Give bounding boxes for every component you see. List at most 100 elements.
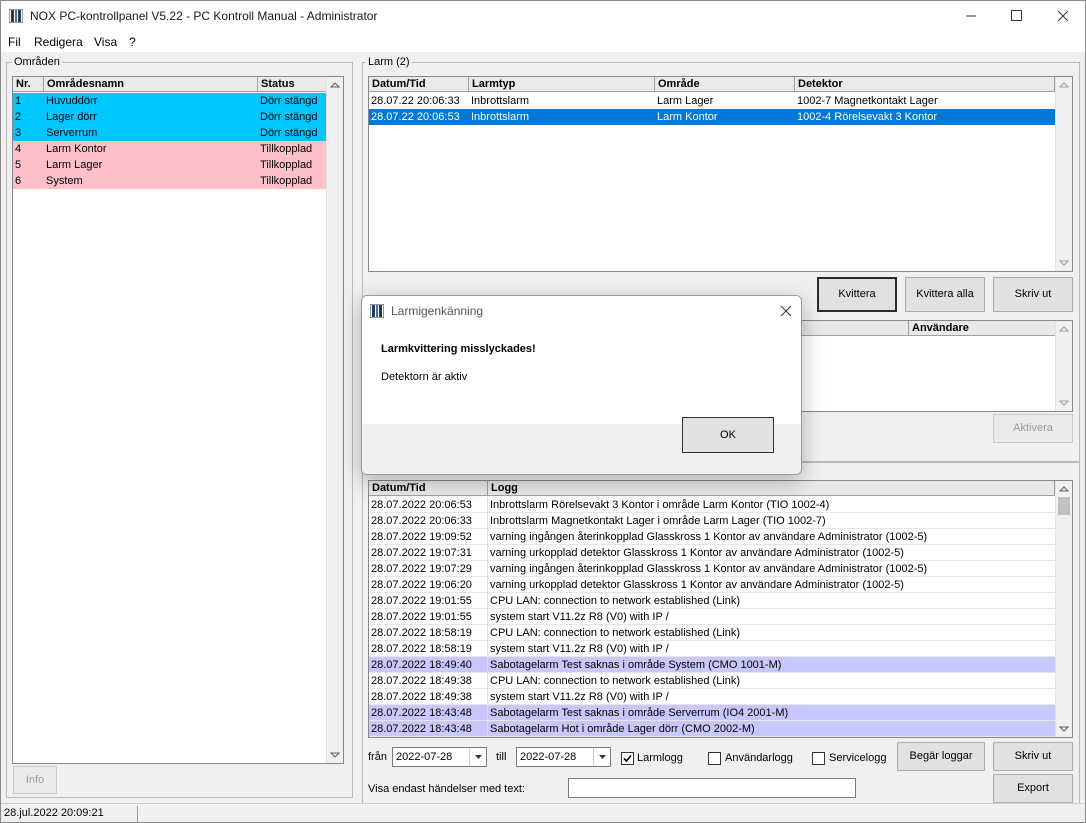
close-icon[interactable] xyxy=(779,304,793,318)
log-row[interactable]: 28.07.2022 18:49:38 CPU LAN: connection t… xyxy=(369,673,1055,689)
user-log-checkbox[interactable] xyxy=(708,752,721,765)
app-icon xyxy=(370,304,384,318)
col-alarm-detector[interactable]: Detektor xyxy=(795,77,1055,92)
col-nr[interactable]: Nr. xyxy=(13,77,44,92)
log-time: 28.07.2022 19:06:20 xyxy=(369,577,488,593)
alarm-list[interactable]: Datum/Tid Larmtyp Område Detektor 28.07.… xyxy=(368,76,1073,272)
alarm-group-label: Larm (2) xyxy=(366,56,412,68)
log-row[interactable]: 28.07.2022 18:43:48 Sabotagelarm Test sak… xyxy=(369,705,1055,721)
alarm-row[interactable]: 28.07.22 20:06:53 Inbrottslarm Larm Kontor… xyxy=(369,109,1055,125)
log-list[interactable]: Datum/Tid Logg 28.07.2022 20:06:53 Inbrot… xyxy=(368,480,1073,738)
from-date-select[interactable]: 2022-07-28 xyxy=(392,747,487,767)
area-row[interactable]: 3 Serverrum Dörr stängd xyxy=(13,125,327,141)
scroll-down-icon[interactable] xyxy=(1059,259,1069,267)
log-text: system start V11.2z R8 (V0) with IP / xyxy=(490,691,669,703)
acknowledge-button[interactable]: Kvittera xyxy=(817,277,897,312)
alarm-log-checkbox[interactable] xyxy=(621,752,634,765)
area-row[interactable]: 2 Lager dörr Dörr stängd xyxy=(13,109,327,125)
log-row[interactable]: 28.07.2022 18:58:19 CPU LAN: connection t… xyxy=(369,625,1055,641)
col-area-name[interactable]: Områdesnamn xyxy=(44,77,258,92)
area-row[interactable]: 1 Huvuddörr Dörr stängd xyxy=(13,93,327,109)
col-log-text[interactable]: Logg xyxy=(488,481,1055,496)
alarm-log-label[interactable]: Larmlogg xyxy=(637,752,683,764)
log-time: 28.07.2022 20:06:53 xyxy=(369,497,488,513)
log-text: Sabotagelarm Hot i område Lager dörr (CM… xyxy=(490,723,755,735)
user-list-scrollbar[interactable] xyxy=(1055,321,1072,411)
col-alarm-type[interactable]: Larmtyp xyxy=(469,77,655,92)
log-scrollbar[interactable] xyxy=(1055,481,1072,737)
print-alarms-button[interactable]: Skriv ut xyxy=(993,277,1073,312)
to-date-select[interactable]: 2022-07-28 xyxy=(516,747,611,767)
service-log-label[interactable]: Servicelogg xyxy=(829,752,886,764)
log-row[interactable]: 28.07.2022 18:43:48 Sabotagelarm Hot i om… xyxy=(369,721,1055,737)
log-time: 28.07.2022 19:01:55 xyxy=(369,593,488,609)
text-filter-input[interactable] xyxy=(568,778,856,798)
scroll-up-icon[interactable] xyxy=(1059,485,1069,493)
area-row[interactable]: 4 Larm Kontor Tillkopplad xyxy=(13,141,327,157)
area-nr: 3 xyxy=(15,127,22,139)
areas-list[interactable]: Nr. Områdesnamn Status 1 Huvuddörr Dörr st… xyxy=(12,76,344,764)
area-status: Tillkopplad xyxy=(260,143,313,155)
menu-file[interactable]: Fil xyxy=(8,35,21,49)
col-alarm-time[interactable]: Datum/Tid xyxy=(369,77,469,92)
col-status[interactable]: Status xyxy=(258,77,327,92)
menu-help[interactable]: ? xyxy=(129,35,136,49)
alarm-type: Inbrottslarm xyxy=(471,111,530,123)
log-row[interactable]: 28.07.2022 19:01:55 CPU LAN: connection t… xyxy=(369,593,1055,609)
info-button[interactable]: Info xyxy=(13,766,57,794)
log-row[interactable]: 28.07.2022 18:49:38 system start V11.2z R… xyxy=(369,689,1055,705)
log-row[interactable]: 28.07.2022 18:58:19 system start V11.2z R… xyxy=(369,641,1055,657)
close-button[interactable] xyxy=(1040,0,1086,32)
area-row[interactable]: 5 Larm Lager Tillkopplad xyxy=(13,157,327,173)
scroll-down-icon[interactable] xyxy=(330,751,340,759)
to-date-value: 2022-07-28 xyxy=(520,751,577,763)
log-time: 28.07.2022 18:43:48 xyxy=(369,705,488,721)
log-row[interactable]: 28.07.2022 19:01:55 system start V11.2z R… xyxy=(369,609,1055,625)
log-time: 28.07.2022 18:58:19 xyxy=(369,625,488,641)
maximize-button[interactable] xyxy=(994,0,1040,32)
log-text: varning urkopplad detektor Glasskross 1 … xyxy=(490,579,904,591)
scroll-down-icon[interactable] xyxy=(1059,399,1069,407)
log-row[interactable]: 28.07.2022 18:49:40 Sabotagelarm Test sak… xyxy=(369,657,1055,673)
log-time: 28.07.2022 19:07:31 xyxy=(369,545,488,561)
activate-button[interactable]: Aktivera xyxy=(993,414,1073,443)
log-time: 28.07.2022 18:49:40 xyxy=(369,657,488,673)
log-text: varning ingången återinkopplad Glasskros… xyxy=(490,531,928,543)
request-logs-button[interactable]: Begär loggar xyxy=(897,742,985,771)
export-button[interactable]: Export xyxy=(993,774,1073,803)
log-row[interactable]: 28.07.2022 19:09:52 varning ingången åter… xyxy=(369,529,1055,545)
menu-edit[interactable]: Redigera xyxy=(34,35,83,49)
area-status: Tillkopplad xyxy=(260,159,313,171)
col-user[interactable]: Användare xyxy=(909,321,1057,336)
scroll-up-icon[interactable] xyxy=(330,81,340,89)
areas-scrollbar[interactable] xyxy=(326,77,343,763)
alarm-scrollbar[interactable] xyxy=(1055,77,1072,271)
menu-view[interactable]: Visa xyxy=(94,35,117,49)
print-log-button[interactable]: Skriv ut xyxy=(993,742,1073,771)
ok-button[interactable]: OK xyxy=(682,417,774,453)
col-alarm-area[interactable]: Område xyxy=(655,77,795,92)
alarm-time: 28.07.22 20:06:33 xyxy=(371,95,460,107)
area-row[interactable]: 6 System Tillkopplad xyxy=(13,173,327,189)
log-row[interactable]: 28.07.2022 20:06:53 Inbrottslarm Rörelsev… xyxy=(369,497,1055,513)
scroll-up-icon[interactable] xyxy=(1059,81,1069,89)
log-row[interactable]: 28.07.2022 20:06:33 Inbrottslarm Magnetko… xyxy=(369,513,1055,529)
area-status: Dörr stängd xyxy=(260,127,318,139)
log-row[interactable]: 28.07.2022 19:07:29 varning ingången åter… xyxy=(369,561,1055,577)
user-log-label[interactable]: Användarlogg xyxy=(725,752,793,764)
col-log-time[interactable]: Datum/Tid xyxy=(369,481,488,496)
scroll-down-icon[interactable] xyxy=(1059,725,1069,733)
service-log-checkbox[interactable] xyxy=(812,752,825,765)
log-row[interactable]: 28.07.2022 19:06:20 varning urkopplad det… xyxy=(369,577,1055,593)
acknowledge-all-button[interactable]: Kvittera alla xyxy=(905,277,985,312)
dialog-title: Larmigenkänning xyxy=(391,304,484,318)
scroll-thumb[interactable] xyxy=(1058,497,1070,515)
alarm-row[interactable]: 28.07.22 20:06:33 Inbrottslarm Larm Lager 1… xyxy=(369,93,1055,109)
log-text: Inbrottslarm Magnetkontakt Lager i områd… xyxy=(490,515,826,527)
scroll-up-icon[interactable] xyxy=(1059,325,1069,333)
log-text: system start V11.2z R8 (V0) with IP / xyxy=(490,643,669,655)
status-datetime: 28.jul.2022 20:09:21 xyxy=(4,807,104,819)
minimize-button[interactable] xyxy=(948,0,994,32)
log-row[interactable]: 28.07.2022 19:07:31 varning urkopplad det… xyxy=(369,545,1055,561)
window-title: NOX PC-kontrollpanel V5.22 - PC Kontroll… xyxy=(30,9,378,23)
